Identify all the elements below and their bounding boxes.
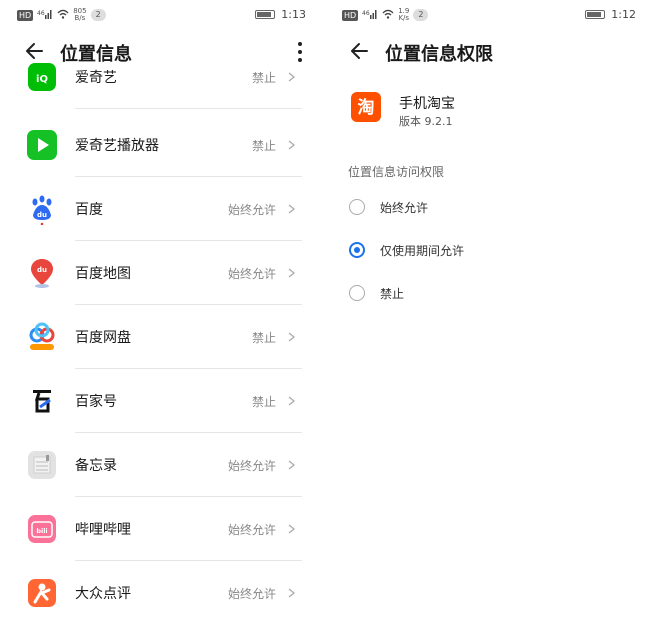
- wifi-icon: [382, 9, 394, 22]
- dianping-icon: [28, 579, 56, 607]
- back-arrow-icon[interactable]: [347, 38, 373, 64]
- chevron-right-icon: [288, 524, 295, 534]
- status-bar: HD 46 1.9 K/s 2 1:12: [325, 0, 650, 30]
- radio-button-selected[interactable]: [349, 242, 365, 258]
- list-item[interactable]: iQ 爱奇艺 禁止: [0, 45, 320, 109]
- clock: 1:13: [281, 8, 306, 21]
- svg-text:du: du: [37, 211, 47, 219]
- option-label: 禁止: [380, 287, 405, 301]
- radio-button[interactable]: [349, 285, 365, 301]
- app-name: 百度: [75, 202, 103, 218]
- clock: 1:12: [611, 8, 636, 21]
- list-item[interactable]: bili 哔哩哔哩 始终允许: [0, 497, 320, 561]
- list-item[interactable]: 备忘录 始终允许: [0, 433, 320, 497]
- chevron-right-icon: [288, 396, 295, 406]
- chevron-right-icon: [288, 72, 295, 82]
- taobao-icon-char: 淘: [358, 97, 375, 118]
- permission-status: 始终允许: [227, 523, 276, 537]
- status-bar: HD 46 805 B/s 2 1:13: [0, 0, 320, 30]
- baijiahao-icon: [33, 390, 51, 413]
- permission-status: 禁止: [251, 71, 276, 85]
- option-always-allow[interactable]: 始终允许: [325, 188, 650, 228]
- baidu-icon: du: [32, 195, 52, 225]
- chevron-right-icon: [288, 268, 295, 278]
- permission-status: 禁止: [251, 139, 276, 153]
- notification-badge: 2: [413, 9, 429, 21]
- network-speed: 805 B/s: [73, 7, 87, 22]
- svg-text:46: 46: [37, 10, 45, 17]
- list-item[interactable]: 大众点评 始终允许: [0, 561, 320, 617]
- hd-badge: HD: [17, 9, 34, 21]
- chevron-right-icon: [288, 460, 295, 470]
- permission-status: 禁止: [251, 331, 276, 345]
- app-name: 百度地图: [75, 266, 131, 282]
- baidu-map-icon: du: [31, 259, 53, 288]
- page-title: 位置信息权限: [385, 44, 493, 65]
- divider: [75, 108, 302, 109]
- list-item[interactable]: 百家号 禁止: [0, 369, 320, 433]
- option-label: 仅使用期间允许: [380, 244, 465, 258]
- notification-badge: 2: [90, 9, 106, 21]
- svg-text:du: du: [37, 266, 47, 274]
- permission-status: 始终允许: [227, 587, 276, 601]
- chevron-right-icon: [288, 204, 295, 214]
- section-header: 位置信息访问权限: [348, 165, 445, 179]
- permission-status: 始终允许: [227, 267, 276, 281]
- app-name: 爱奇艺: [75, 70, 117, 86]
- list-item[interactable]: 百度网盘 禁止: [0, 305, 320, 369]
- svg-text:iQ: iQ: [36, 74, 48, 85]
- app-name: 百度网盘: [75, 330, 131, 346]
- option-label: 始终允许: [380, 201, 429, 215]
- option-deny[interactable]: 禁止: [325, 274, 650, 314]
- location-permission-screen: HD 46 1.9 K/s 2 1:12 位置信息权限 淘 手机淘宝 版本 9.2…: [325, 0, 650, 617]
- bilibili-icon: bili: [28, 515, 56, 543]
- notepad-icon: [28, 451, 56, 479]
- title-bar: 位置信息权限: [325, 34, 650, 70]
- hd-badge: HD: [342, 9, 359, 21]
- permission-status: 禁止: [251, 395, 276, 409]
- taobao-icon: 淘: [351, 92, 381, 122]
- svg-text:bili: bili: [36, 527, 47, 535]
- battery-icon: [255, 10, 276, 19]
- option-allow-while-using[interactable]: 仅使用期间允许: [325, 231, 650, 271]
- app-version: 版本 9.2.1: [399, 115, 453, 128]
- list-item[interactable]: du 百度 始终允许: [0, 177, 320, 241]
- app-name: 手机淘宝: [399, 96, 455, 112]
- chevron-right-icon: [288, 140, 295, 150]
- svg-text:46: 46: [362, 10, 370, 17]
- iqiyi-icon: iQ: [28, 63, 56, 91]
- permission-status: 始终允许: [227, 203, 276, 217]
- app-name: 大众点评: [75, 586, 131, 602]
- chevron-right-icon: [288, 332, 295, 342]
- baidu-netdisk-icon: [29, 322, 55, 350]
- list-item[interactable]: du 百度地图 始终允许: [0, 241, 320, 305]
- iqiyi-player-icon: [27, 130, 57, 160]
- radio-button[interactable]: [349, 199, 365, 215]
- chevron-right-icon: [288, 588, 295, 598]
- battery-icon: [585, 10, 606, 19]
- app-name: 爱奇艺播放器: [75, 138, 159, 154]
- network-speed: 1.9 K/s: [398, 7, 410, 22]
- signal-icon: 46: [362, 9, 378, 22]
- list-item[interactable]: 爱奇艺播放器 禁止: [0, 113, 320, 177]
- permission-status: 始终允许: [227, 459, 276, 473]
- app-name: 百家号: [75, 394, 117, 410]
- signal-icon: 46: [37, 9, 53, 22]
- app-name: 哔哩哔哩: [75, 522, 131, 538]
- location-info-screen: HD 46 805 B/s 2 1:13 位置信息 iQ 爱奇艺 禁止 爱奇艺播…: [0, 0, 320, 617]
- app-name: 备忘录: [75, 458, 117, 474]
- wifi-icon: [57, 9, 69, 22]
